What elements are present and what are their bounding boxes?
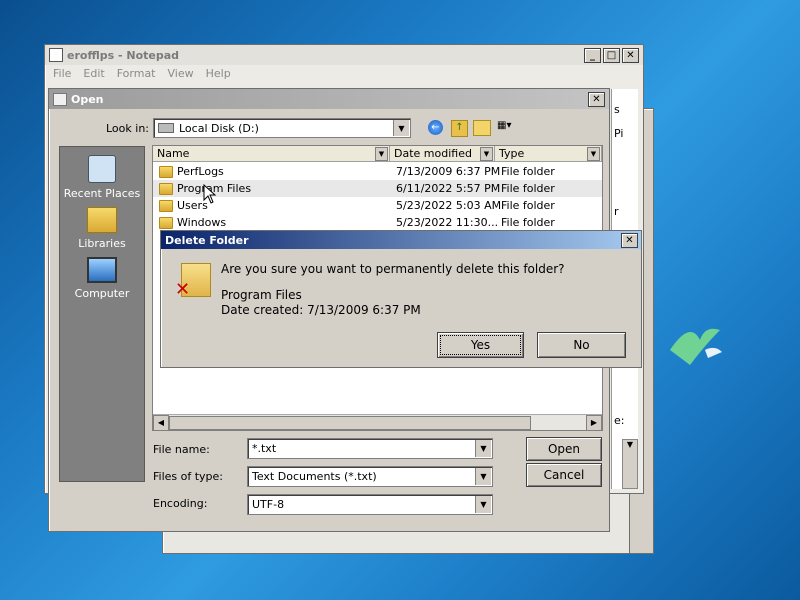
desktop: { "colors":{"desktop":"#1a78c2","dialog_… — [0, 0, 800, 600]
menu-view[interactable]: View — [168, 67, 194, 80]
delete-item-date: Date created: 7/13/2009 6:37 PM — [221, 303, 421, 317]
file-name-input[interactable]: *.txt ▼ — [247, 438, 493, 459]
delete-folder-dialog: Delete Folder ✕ ✕ Are you sure you want … — [160, 230, 642, 368]
open-button[interactable]: Open — [526, 437, 602, 461]
text-fragment: s — [614, 103, 620, 116]
encoding-value: UTF-8 — [252, 498, 285, 511]
libraries-icon — [87, 207, 117, 233]
folder-icon — [159, 217, 173, 229]
open-dialog-title: Open — [71, 92, 104, 106]
drive-icon — [158, 123, 174, 133]
chevron-down-icon[interactable]: ▼ — [393, 120, 409, 136]
new-folder-icon[interactable] — [473, 120, 491, 136]
file-date: 7/13/2009 6:37 PM — [396, 165, 501, 178]
open-dialog-titlebar[interactable]: Open ✕ — [49, 89, 609, 109]
close-button[interactable]: ✕ — [622, 48, 639, 63]
back-icon[interactable]: ← — [428, 120, 443, 135]
scroll-right-icon[interactable]: ▶ — [586, 415, 602, 430]
file-name: PerfLogs — [177, 165, 224, 178]
notepad-icon — [49, 48, 63, 62]
place-label: Libraries — [78, 237, 126, 250]
computer-icon — [87, 257, 117, 283]
delete-folder-icon: ✕ — [175, 261, 211, 300]
table-row[interactable]: PerfLogs 7/13/2009 6:37 PM File folder — [153, 163, 602, 180]
chevron-down-icon[interactable]: ▼ — [375, 147, 388, 161]
encoding-label: Encoding: — [153, 497, 208, 510]
look-in-dropdown[interactable]: Local Disk (D:) ▼ — [153, 118, 411, 138]
place-computer[interactable]: Computer — [60, 257, 144, 300]
look-in-value: Local Disk (D:) — [179, 121, 259, 135]
text-fragment: Pi — [614, 127, 624, 140]
file-date: 6/11/2022 5:57 PM — [396, 182, 501, 195]
horizontal-scrollbar[interactable]: ◀ ▶ — [153, 414, 602, 430]
place-label: Recent Places — [63, 187, 141, 200]
desktop-bird-decoration — [670, 328, 722, 365]
no-button[interactable]: No — [537, 332, 626, 358]
place-recent[interactable]: Recent Places — [60, 155, 144, 200]
notepad-title: erofflps - Notepad — [67, 48, 180, 62]
file-date: 5/23/2022 11:30... — [396, 216, 499, 229]
file-name: Windows — [177, 216, 227, 229]
file-type-value: Text Documents (*.txt) — [252, 470, 377, 483]
chevron-down-icon[interactable]: ▼ — [475, 440, 491, 457]
menu-file[interactable]: File — [53, 67, 71, 80]
place-libraries[interactable]: Libraries — [60, 207, 144, 250]
up-folder-icon[interactable]: ↑ — [451, 120, 468, 137]
maximize-button[interactable]: □ — [603, 48, 620, 63]
column-header-date[interactable]: Date modified ▼ — [390, 146, 495, 162]
open-close-button[interactable]: ✕ — [588, 92, 605, 107]
recent-places-icon — [88, 155, 116, 183]
chevron-down-icon[interactable]: ▼ — [587, 147, 600, 161]
delete-dialog-titlebar[interactable]: Delete Folder ✕ — [161, 231, 641, 249]
table-row[interactable]: Windows 5/23/2022 11:30... File folder — [153, 214, 602, 231]
menu-help[interactable]: Help — [206, 67, 231, 80]
chevron-down-icon[interactable]: ▼ — [480, 147, 493, 161]
menu-format[interactable]: Format — [117, 67, 156, 80]
place-label: Computer — [74, 287, 130, 300]
places-bar: Recent Places Libraries Computer — [59, 146, 145, 482]
menu-edit[interactable]: Edit — [83, 67, 104, 80]
cancel-button[interactable]: Cancel — [526, 463, 602, 487]
file-date: 5/23/2022 5:03 AM — [396, 199, 502, 212]
delete-dialog-title: Delete Folder — [165, 233, 249, 247]
file-type: File folder — [501, 165, 555, 178]
column-label: Name — [157, 147, 190, 160]
view-menu-icon[interactable]: ▦▾ — [497, 120, 519, 134]
look-in-label: Look in: — [106, 122, 149, 135]
encoding-dropdown[interactable]: UTF-8 ▼ — [247, 494, 493, 515]
folder-icon — [159, 183, 173, 195]
open-dialog-icon — [53, 92, 67, 106]
text-fragment: r — [614, 205, 619, 218]
column-header-name[interactable]: Name ▼ — [153, 146, 390, 162]
scroll-left-icon[interactable]: ◀ — [153, 415, 169, 430]
scroll-thumb[interactable] — [169, 416, 531, 430]
text-fragment: e: — [614, 414, 625, 427]
file-name-label: File name: — [153, 443, 210, 456]
yes-button[interactable]: Yes — [437, 332, 524, 358]
file-type-label: Files of type: — [153, 470, 224, 483]
chevron-down-icon[interactable]: ▼ — [475, 496, 491, 513]
folder-icon — [159, 200, 173, 212]
file-type: File folder — [501, 199, 555, 212]
minimize-button[interactable]: _ — [584, 48, 601, 63]
folder-icon — [159, 166, 173, 178]
table-row[interactable]: Program Files 6/11/2022 5:57 PM File fol… — [153, 180, 602, 197]
table-row[interactable]: Users 5/23/2022 5:03 AM File folder — [153, 197, 602, 214]
file-type: File folder — [501, 182, 555, 195]
file-name-value: *.txt — [252, 442, 277, 455]
delete-question: Are you sure you want to permanently del… — [221, 262, 565, 276]
notepad-scrollbar[interactable]: ▼ — [622, 439, 638, 489]
file-type: File folder — [501, 216, 555, 229]
mouse-cursor-icon — [203, 184, 217, 204]
notepad-menu: File Edit Format View Help — [53, 67, 231, 80]
notepad-titlebar[interactable]: erofflps - Notepad _ □ ✕ — [45, 45, 643, 65]
delete-close-button[interactable]: ✕ — [621, 233, 638, 248]
delete-item-name: Program Files — [221, 288, 302, 302]
column-label: Type — [499, 147, 525, 160]
chevron-down-icon[interactable]: ▼ — [475, 468, 491, 485]
file-type-dropdown[interactable]: Text Documents (*.txt) ▼ — [247, 466, 493, 487]
column-label: Date modified — [394, 147, 472, 160]
column-header-type[interactable]: Type ▼ — [495, 146, 602, 162]
